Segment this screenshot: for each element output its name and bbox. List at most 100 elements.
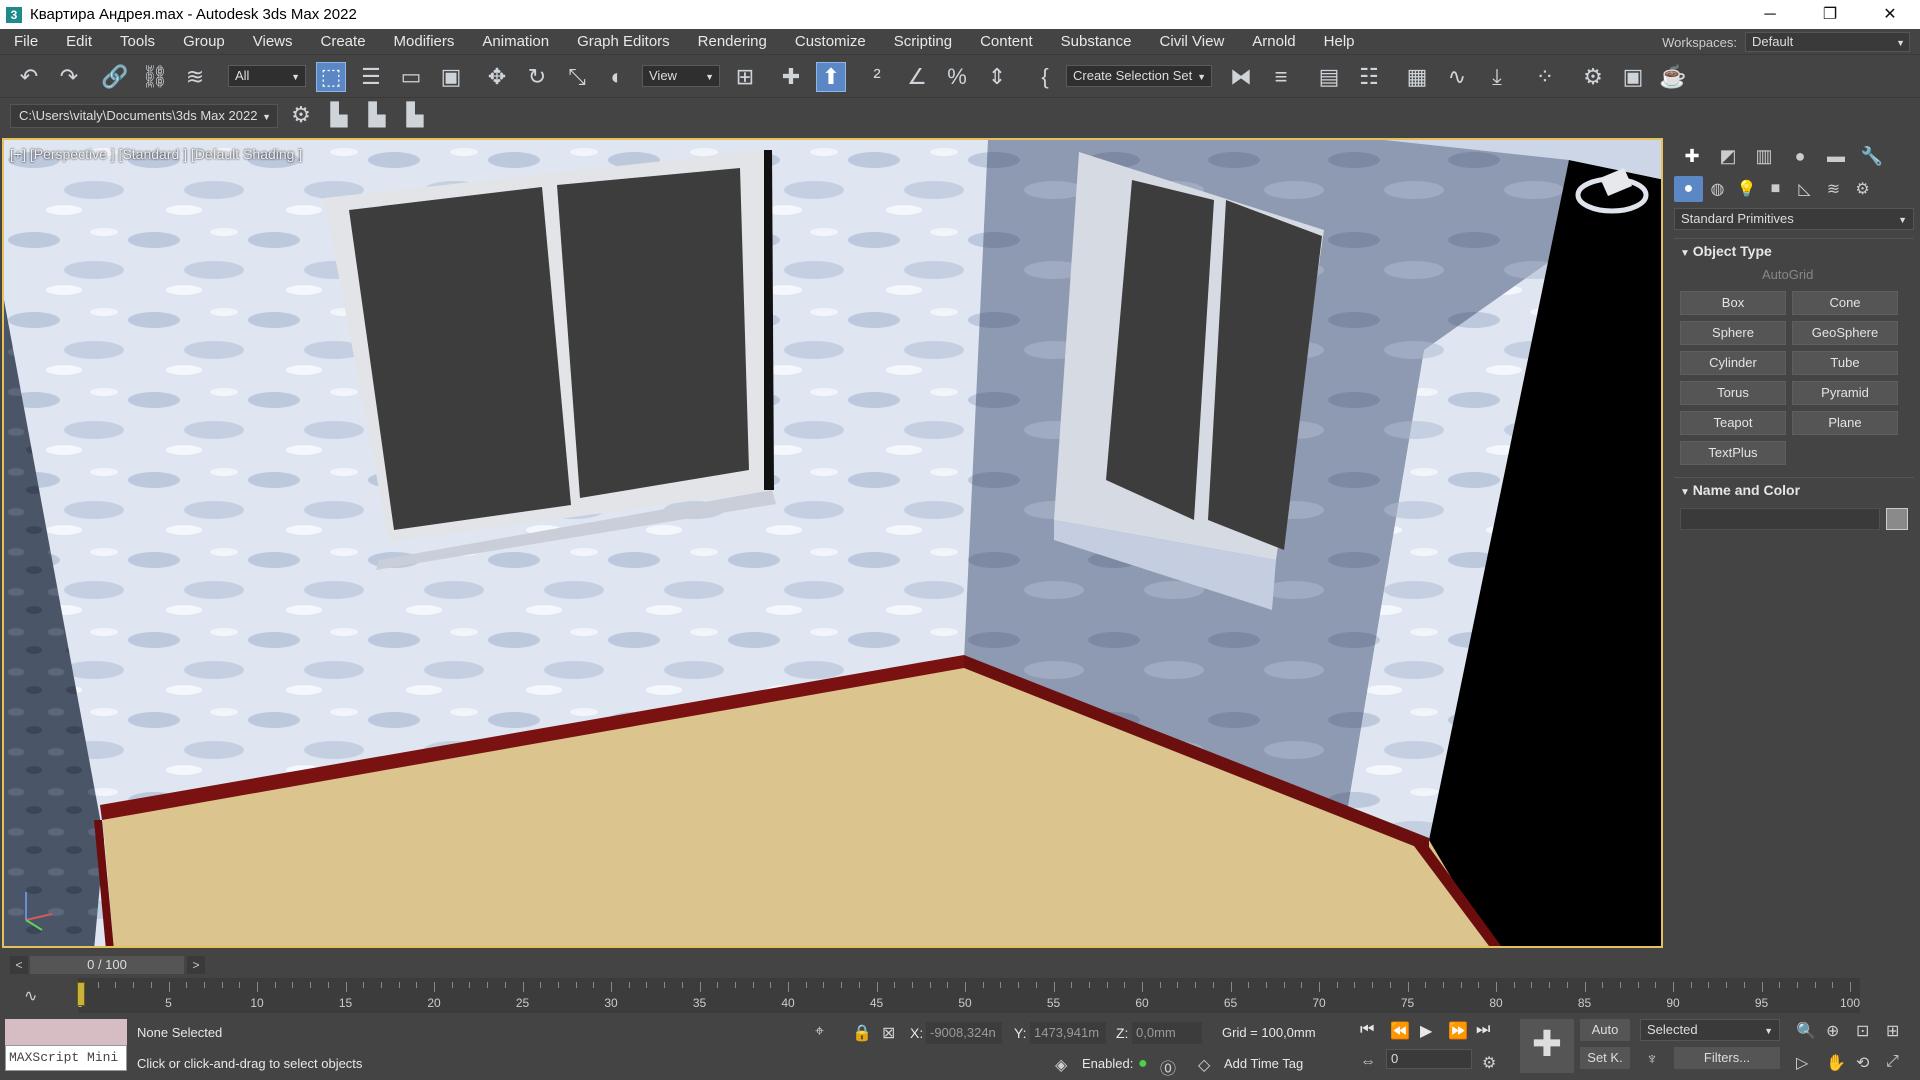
project-settings-icon[interactable]: ▙ bbox=[400, 100, 430, 130]
box-button[interactable]: Box bbox=[1680, 291, 1786, 315]
curve-editor-icon[interactable]: ∿ bbox=[1442, 62, 1472, 92]
add-time-tag[interactable]: Add Time Tag bbox=[1224, 1056, 1303, 1071]
cameras-icon[interactable]: ■ bbox=[1761, 176, 1790, 202]
current-frame-input[interactable]: 0 bbox=[1386, 1049, 1472, 1069]
link-icon[interactable]: 🔗 bbox=[100, 62, 130, 92]
zoom-extents-all-icon[interactable]: ⊞ bbox=[1886, 1021, 1899, 1041]
maximize-viewport-icon[interactable]: ⤢ bbox=[1886, 1053, 1899, 1071]
previous-frame-icon[interactable]: ⏪ bbox=[1390, 1021, 1410, 1041]
menu-file[interactable]: File bbox=[0, 29, 52, 55]
close-button[interactable]: ✕ bbox=[1860, 0, 1920, 29]
redo-icon[interactable]: ↷ bbox=[54, 62, 84, 92]
time-tag-icon[interactable]: ⓪ bbox=[1160, 1055, 1176, 1079]
render-setup-icon[interactable]: ⚙ bbox=[1578, 62, 1608, 92]
reference-coordinate-dropdown[interactable]: View bbox=[642, 65, 720, 87]
space-warps-icon[interactable]: ≋ bbox=[1819, 176, 1848, 202]
move-icon[interactable]: ✥ bbox=[482, 62, 512, 92]
motion-tab-icon[interactable]: ● bbox=[1782, 142, 1818, 170]
pivot-center-icon[interactable]: ⊞ bbox=[730, 62, 760, 92]
maximize-button[interactable]: ❐ bbox=[1800, 0, 1860, 29]
zoom-all-icon[interactable]: ⊕ bbox=[1826, 1021, 1839, 1041]
autogrid-checkbox[interactable]: AutoGrid bbox=[1674, 263, 1914, 287]
menu-animation[interactable]: Animation bbox=[468, 29, 563, 55]
undo-icon[interactable]: ↶ bbox=[14, 62, 44, 92]
add-time-tag-icon[interactable]: ◇ bbox=[1198, 1055, 1210, 1075]
enabled-indicator-icon[interactable]: ● bbox=[1138, 1055, 1148, 1073]
menu-graph-editors[interactable]: Graph Editors bbox=[563, 29, 684, 55]
cone-button[interactable]: Cone bbox=[1792, 291, 1898, 315]
open-project-icon[interactable]: ▙ bbox=[362, 100, 392, 130]
lights-icon[interactable]: 💡 bbox=[1732, 176, 1761, 202]
go-to-end-icon[interactable]: ⏭ bbox=[1476, 1021, 1490, 1039]
set-key-button[interactable]: Set K. bbox=[1580, 1047, 1630, 1069]
layer-explorer-icon[interactable]: ☷ bbox=[1354, 62, 1384, 92]
time-slider-thumb[interactable]: 0 / 100 bbox=[30, 956, 184, 974]
window-crossing-icon[interactable]: ▣ bbox=[436, 62, 466, 92]
create-tab-icon[interactable]: ✚ bbox=[1674, 142, 1710, 170]
angle-snap-icon[interactable]: ∠ bbox=[902, 62, 932, 92]
x-coordinate-field[interactable]: -9008,324n bbox=[926, 1022, 1002, 1044]
selection-lock-icon[interactable]: 🔒 bbox=[852, 1023, 872, 1043]
menu-customize[interactable]: Customize bbox=[781, 29, 880, 55]
systems-icon[interactable]: ⚙ bbox=[1848, 176, 1877, 202]
helpers-icon[interactable]: ◺ bbox=[1790, 176, 1819, 202]
shapes-icon[interactable]: ◍ bbox=[1703, 176, 1732, 202]
tube-button[interactable]: Tube bbox=[1792, 351, 1898, 375]
next-frame-icon[interactable]: ⏩ bbox=[1448, 1021, 1468, 1041]
go-to-start-icon[interactable]: ⏮ bbox=[1360, 1021, 1374, 1039]
adaptive-degradation-icon[interactable]: ◈ bbox=[1055, 1055, 1067, 1075]
workspaces-dropdown[interactable]: Default bbox=[1745, 32, 1910, 52]
name-color-header[interactable]: Name and Color bbox=[1674, 478, 1914, 502]
field-of-view-icon[interactable]: ▷ bbox=[1796, 1053, 1808, 1073]
time-slider-next[interactable]: > bbox=[187, 956, 205, 974]
time-slider-prev[interactable]: < bbox=[10, 956, 28, 974]
perspective-viewport[interactable]: [+] [Perspective ] [Standard ] [Default … bbox=[2, 138, 1663, 948]
hierarchy-tab-icon[interactable]: ▥ bbox=[1746, 142, 1782, 170]
scale-icon[interactable]: ⤡ bbox=[562, 62, 592, 92]
textplus-button[interactable]: TextPlus bbox=[1680, 441, 1786, 465]
display-tab-icon[interactable]: ▬ bbox=[1818, 142, 1854, 170]
placement-icon[interactable]: ◐ bbox=[602, 62, 632, 92]
absolute-transform-icon[interactable]: ⊠ bbox=[882, 1023, 895, 1043]
minimize-button[interactable]: ─ bbox=[1740, 0, 1800, 29]
menu-views[interactable]: Views bbox=[239, 29, 307, 55]
utilities-tab-icon[interactable]: 🔧 bbox=[1854, 142, 1890, 170]
project-path-dropdown[interactable]: C:\Users\vitaly\Documents\3ds Max 2022 bbox=[10, 104, 278, 128]
spinner-snap-icon[interactable]: ⇕ bbox=[982, 62, 1012, 92]
menu-civil-view[interactable]: Civil View bbox=[1146, 29, 1239, 55]
material-editor-icon[interactable]: ⁘ bbox=[1530, 62, 1560, 92]
key-filters-button[interactable]: Filters... bbox=[1674, 1047, 1780, 1069]
y-coordinate-field[interactable]: 1473,941m bbox=[1030, 1022, 1106, 1044]
menu-tools[interactable]: Tools bbox=[106, 29, 169, 55]
project-folder-icon[interactable]: ⚙ bbox=[286, 100, 316, 130]
object-name-input[interactable] bbox=[1680, 508, 1880, 530]
zoom-extents-icon[interactable]: ⊡ bbox=[1856, 1021, 1869, 1041]
create-selection-set-dropdown[interactable]: Create Selection Set bbox=[1066, 65, 1212, 87]
align-icon[interactable]: ≡ bbox=[1266, 62, 1296, 92]
plane-button[interactable]: Plane bbox=[1792, 411, 1898, 435]
set-key-big-icon[interactable]: ✚ bbox=[1520, 1019, 1574, 1073]
menu-help[interactable]: Help bbox=[1310, 29, 1369, 55]
sphere-button[interactable]: Sphere bbox=[1680, 321, 1786, 345]
unlink-icon[interactable]: ⛓ bbox=[140, 62, 170, 92]
select-by-name-icon[interactable]: ☰ bbox=[356, 62, 386, 92]
menu-rendering[interactable]: Rendering bbox=[684, 29, 781, 55]
primitive-category-dropdown[interactable]: Standard Primitives bbox=[1674, 208, 1914, 230]
curve-editor-mini-icon[interactable]: ∿ bbox=[24, 986, 37, 1006]
teapot-button[interactable]: Teapot bbox=[1680, 411, 1786, 435]
viewport-label[interactable]: [+] [Perspective ] [Standard ] [Default … bbox=[10, 146, 302, 162]
schematic-view-icon[interactable]: ⤓ bbox=[1482, 62, 1512, 92]
z-coordinate-field[interactable]: 0,0mm bbox=[1132, 1022, 1202, 1044]
select-object-icon[interactable]: ⬚ bbox=[316, 62, 346, 92]
rotate-icon[interactable]: ↻ bbox=[522, 62, 552, 92]
zoom-icon[interactable]: 🔍 bbox=[1796, 1021, 1816, 1041]
object-color-swatch[interactable] bbox=[1886, 508, 1908, 530]
current-frame-indicator[interactable] bbox=[77, 982, 85, 1006]
menu-group[interactable]: Group bbox=[169, 29, 239, 55]
toggle-ribbon-icon[interactable]: ▦ bbox=[1402, 62, 1432, 92]
create-project-icon[interactable]: ▙ bbox=[324, 100, 354, 130]
object-type-header[interactable]: Object Type bbox=[1674, 239, 1914, 263]
rendered-frame-window-icon[interactable]: ▣ bbox=[1618, 62, 1648, 92]
torus-button[interactable]: Torus bbox=[1680, 381, 1786, 405]
selection-filter-dropdown[interactable]: All bbox=[228, 65, 306, 87]
